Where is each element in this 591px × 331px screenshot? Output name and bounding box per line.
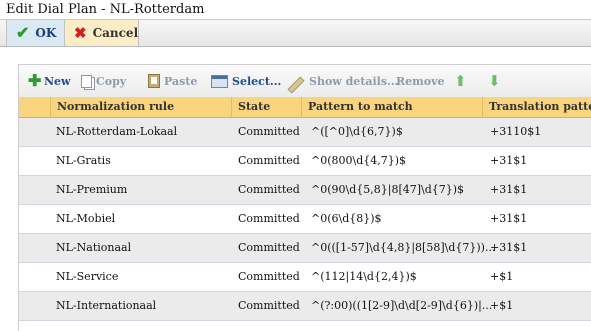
cancel-label: Cancel bbox=[92, 26, 139, 40]
ok-label: OK bbox=[35, 26, 57, 40]
rule-state: Committed bbox=[238, 154, 300, 167]
pencil-icon bbox=[287, 76, 305, 94]
show-details-button[interactable]: Show details... bbox=[287, 72, 399, 94]
window-title: Edit Dial Plan - NL-Rotterdam bbox=[6, 2, 205, 17]
new-button[interactable]: ✚ New bbox=[28, 72, 71, 90]
table-row[interactable]: NL-Service Committed ^(112|14\d{2,4})$ +… bbox=[19, 263, 591, 292]
rule-state: Committed bbox=[238, 270, 300, 283]
select-label: Select... bbox=[232, 74, 282, 88]
ok-button[interactable]: ✔ OK bbox=[6, 20, 65, 46]
paste-button[interactable]: Paste bbox=[148, 72, 197, 90]
copy-label: Copy bbox=[96, 74, 127, 88]
new-label: New bbox=[44, 74, 71, 88]
move-up-button[interactable]: ⬆ bbox=[454, 72, 467, 90]
rule-name: NL-Nationaal bbox=[56, 241, 132, 254]
rule-name: NL-Premium bbox=[56, 183, 128, 196]
paste-icon bbox=[148, 74, 160, 88]
move-down-button[interactable]: ⬇ bbox=[488, 72, 501, 90]
rule-state: Committed bbox=[238, 125, 300, 138]
rule-translation: +$1 bbox=[490, 299, 514, 312]
rule-name: NL-Internationaal bbox=[56, 299, 157, 312]
rule-pattern: ^0(90\d{5,8}|8[47]\d{7})$ bbox=[311, 183, 465, 196]
table-row[interactable]: NL-Premium Committed ^0(90\d{5,8}|8[47]\… bbox=[19, 176, 591, 205]
rule-translation: +31$1 bbox=[490, 154, 528, 167]
rule-pattern: ^0(([1-57]\d{4,8}|8[58]\d{7}))... bbox=[311, 241, 496, 254]
arrow-down-icon: ⬇ bbox=[488, 72, 501, 90]
grid-toolbar: ✚ New Copy Paste Select... Show details.… bbox=[19, 65, 591, 98]
table-row[interactable]: NL-Internationaal Committed ^(?:00)((1[2… bbox=[19, 292, 591, 321]
rule-name: NL-Gratis bbox=[56, 154, 111, 167]
rule-pattern: ^(?:00)((1[2-9]\d\d[2-9]\d{6})|... bbox=[311, 299, 493, 312]
rule-pattern: ^0(6\d{8})$ bbox=[311, 212, 382, 225]
rule-translation: +$1 bbox=[490, 270, 514, 283]
copy-icon bbox=[81, 74, 92, 88]
table-row[interactable]: NL-Rotterdam-Lokaal Committed ^([^0]\d{6… bbox=[19, 118, 591, 147]
rule-pattern: ^([^0]\d{6,7})$ bbox=[311, 125, 403, 138]
rule-translation: +31$1 bbox=[490, 241, 528, 254]
rule-name: NL-Rotterdam-Lokaal bbox=[56, 125, 178, 138]
rule-translation: +3110$1 bbox=[490, 125, 542, 138]
check-icon: ✔ bbox=[16, 23, 30, 42]
rule-state: Committed bbox=[238, 299, 300, 312]
grid-header: Normalization rule State Pattern to matc… bbox=[19, 97, 591, 118]
select-icon bbox=[211, 74, 228, 88]
rule-name: NL-Service bbox=[56, 270, 119, 283]
rules-panel: ✚ New Copy Paste Select... Show details.… bbox=[18, 64, 591, 331]
rule-name: NL-Mobiel bbox=[56, 212, 116, 225]
show-details-label: Show details... bbox=[309, 74, 399, 88]
paste-label: Paste bbox=[164, 74, 198, 88]
x-icon: ✖ bbox=[74, 23, 87, 42]
select-button[interactable]: Select... bbox=[211, 72, 281, 90]
rule-translation: +31$1 bbox=[490, 183, 528, 196]
rule-state: Committed bbox=[238, 241, 300, 254]
column-header-translation[interactable]: Translation pattern bbox=[482, 97, 591, 117]
action-bar: ✔ OK ✖ Cancel bbox=[0, 19, 591, 47]
plus-icon: ✚ bbox=[28, 71, 42, 90]
column-header-state[interactable]: State bbox=[231, 97, 301, 117]
column-header-rule[interactable]: Normalization rule bbox=[50, 97, 231, 117]
table-row[interactable]: NL-Mobiel Committed ^0(6\d{8})$ +31$1 bbox=[19, 205, 591, 234]
column-header-pattern[interactable]: Pattern to match bbox=[301, 97, 482, 117]
copy-button[interactable]: Copy bbox=[81, 72, 126, 90]
rule-state: Committed bbox=[238, 212, 300, 225]
grid-header-spacer bbox=[19, 97, 50, 117]
remove-label: Remove bbox=[396, 74, 445, 88]
cancel-button[interactable]: ✖ Cancel bbox=[65, 20, 139, 46]
table-row[interactable]: NL-Gratis Committed ^0(800\d{4,7})$ +31$… bbox=[19, 147, 591, 176]
rule-pattern: ^(112|14\d{2,4})$ bbox=[311, 270, 417, 283]
rule-state: Committed bbox=[238, 183, 300, 196]
arrow-up-icon: ⬆ bbox=[454, 72, 467, 90]
rule-translation: +31$1 bbox=[490, 212, 528, 225]
table-row[interactable]: NL-Nationaal Committed ^0(([1-57]\d{4,8}… bbox=[19, 234, 591, 263]
rule-pattern: ^0(800\d{4,7})$ bbox=[311, 154, 407, 167]
remove-button[interactable]: Remove bbox=[396, 72, 445, 90]
grid-body: NL-Rotterdam-Lokaal Committed ^([^0]\d{6… bbox=[19, 118, 591, 321]
